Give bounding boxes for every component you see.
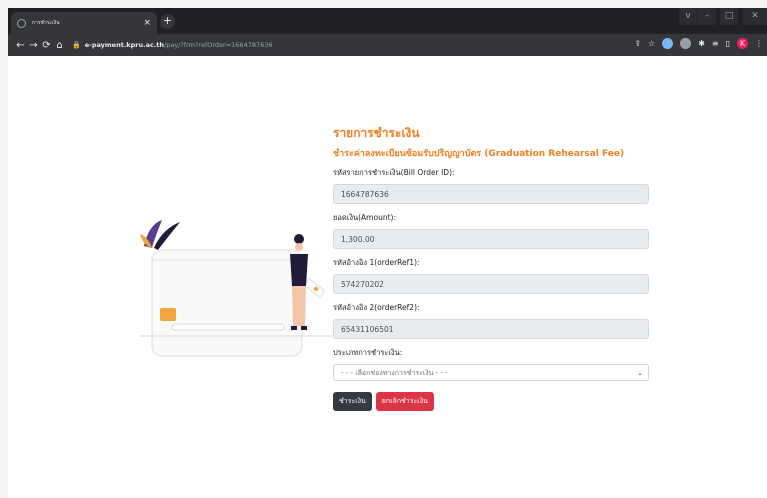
menu-icon[interactable]: ⋮ <box>755 39 763 48</box>
bookmark-star-icon[interactable]: ☆ <box>648 39 655 48</box>
address-bar[interactable]: 🔒 e-payment.kpru.ac.th /pay/?frm?refOrde… <box>72 41 273 49</box>
card-chip <box>160 308 176 321</box>
payment-illustration <box>140 220 336 357</box>
back-arrow-icon[interactable]: ← <box>14 40 27 51</box>
chevron-down-icon: ⌄ <box>637 369 643 377</box>
page-title: รายการชำระเงิน <box>333 126 420 140</box>
payment-type-label: ประเภทการชำระเงิน: <box>333 348 403 357</box>
person-head <box>294 234 304 244</box>
new-tab-button[interactable]: + <box>160 14 175 29</box>
card-in-hand-dot <box>313 286 319 292</box>
person-shoe <box>291 326 297 330</box>
payment-type-value: - - - เลือกช่องทางการชำระเงิน - - - <box>341 369 448 377</box>
bill-order-label: รหัสรายการชำระเงิน(Bill Order ID): <box>333 168 455 177</box>
url-path: /pay/?frm?refOrder=1664787636 <box>164 41 273 49</box>
side-panel-icon[interactable]: ▯ <box>726 39 730 48</box>
tab-title: การชำระเงิน <box>32 20 60 26</box>
home-icon[interactable]: ⌂ <box>53 40 66 51</box>
forward-arrow-icon[interactable]: → <box>27 40 40 51</box>
extensions-puzzle-icon[interactable]: ✱ <box>698 39 705 48</box>
reading-list-icon[interactable]: ≡ <box>712 39 719 48</box>
amount-field[interactable]: 1,300.00 <box>333 229 649 249</box>
ref2-label: รหัสอ้างอิง 2(orderRef2): <box>333 303 420 312</box>
profile-avatar[interactable]: K <box>737 38 748 49</box>
share-icon[interactable]: ⇪ <box>634 39 641 48</box>
person-face <box>295 243 303 251</box>
page-subtitle: ชำระค่าลงทะเบียนซ้อมรับปริญญาบัตร (Gradu… <box>333 149 625 159</box>
url-host: e-payment.kpru.ac.th <box>84 41 165 49</box>
person-shoe <box>301 326 307 330</box>
person-body <box>290 254 308 286</box>
maximize-button[interactable]: □ <box>720 8 738 25</box>
cancel-payment-button[interactable]: ยกเลิกชำระเงิน <box>375 392 434 411</box>
tab-close-icon[interactable]: × <box>143 18 151 28</box>
card-number-bar <box>171 323 285 331</box>
toolbar-actions: ⇪ ☆ ✱ ≡ ▯ K ⋮ <box>634 38 763 49</box>
ref1-field[interactable]: 574270202 <box>333 274 649 294</box>
payment-form: รายการชำระเงิน ชำระค่าลงทะเบียนซ้อมรับปร… <box>333 124 658 411</box>
reload-icon[interactable]: ⟳ <box>40 40 53 51</box>
ref2-field[interactable]: 65431106501 <box>333 319 649 339</box>
browser-chrome: การชำระเงิน × + v – □ ✕ ← → ⟳ ⌂ 🔒 e-paym… <box>8 8 767 56</box>
pay-button[interactable]: ชำระเงิน <box>333 392 372 411</box>
lock-icon[interactable]: 🔒 <box>72 41 81 49</box>
tab-strip: การชำระเงิน × + v – □ ✕ <box>8 8 767 34</box>
person-legs <box>292 286 306 326</box>
web-page: รายการชำระเงิน ชำระค่าลงทะเบียนซ้อมรับปร… <box>8 56 767 498</box>
form-actions: ชำระเงิน ยกเลิกชำระเงิน <box>333 392 658 411</box>
extension-icon[interactable] <box>662 38 674 49</box>
amount-label: ยอดเงิน(Amount): <box>333 213 396 222</box>
ref1-label: รหัสอ้างอิง 1(orderRef1): <box>333 258 420 267</box>
bill-order-field[interactable]: 1664787636 <box>333 184 649 204</box>
screen: การชำระเงิน × + v – □ ✕ ← → ⟳ ⌂ 🔒 e-paym… <box>0 0 767 498</box>
minimize-button[interactable]: – <box>698 8 716 25</box>
tab-search-icon[interactable]: v <box>679 8 697 25</box>
browser-tab[interactable]: การชำระเงิน × <box>11 12 157 34</box>
globe-icon <box>17 18 26 28</box>
browser-toolbar: ← → ⟳ ⌂ 🔒 e-payment.kpru.ac.th /pay/?frm… <box>8 34 767 56</box>
card-shape <box>151 249 303 357</box>
extension-icon[interactable] <box>680 38 692 49</box>
close-window-button[interactable]: ✕ <box>743 8 767 25</box>
payment-type-select[interactable]: - - - เลือกช่องทางการชำระเงิน - - - ⌄ <box>333 364 649 381</box>
